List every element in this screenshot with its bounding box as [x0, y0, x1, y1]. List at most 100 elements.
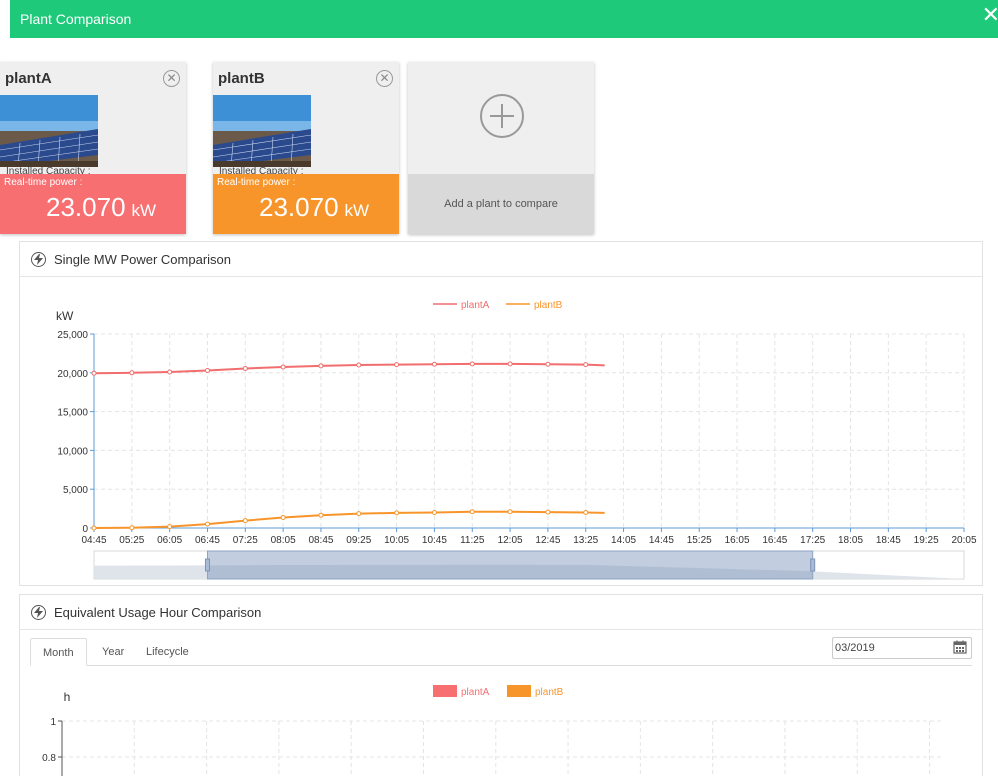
- plant-card-b[interactable]: plantB ✕ Installed Capacity : Real-time …: [213, 62, 399, 234]
- data-point: [507, 361, 513, 367]
- legend-label: plantB: [534, 300, 563, 311]
- x-tick-label: 18:05: [838, 535, 863, 546]
- data-point: [167, 524, 173, 530]
- data-point: [394, 510, 400, 516]
- data-point: [318, 363, 324, 369]
- x-tick-label: 04:45: [81, 535, 106, 546]
- panel-title: Single MW Power Comparison: [54, 252, 232, 267]
- data-point: [545, 509, 551, 515]
- data-point: [583, 509, 589, 515]
- data-point: [318, 512, 324, 518]
- data-point: [280, 515, 286, 521]
- x-tick-label: 11:25: [460, 535, 485, 546]
- x-tick-label: 08:05: [271, 535, 296, 546]
- add-plant-label: Add a plant to compare: [408, 174, 594, 234]
- realtime-power-value: 23.070 kW: [46, 192, 157, 222]
- y-tick-label: 20,000: [57, 369, 88, 380]
- x-tick-label: 20:05: [951, 535, 976, 546]
- data-point: [545, 361, 551, 367]
- data-point: [280, 364, 286, 370]
- legend-label: plantB: [535, 687, 564, 698]
- y-tick-label: 15,000: [57, 408, 88, 419]
- realtime-power-box: Real-time power : 23.070 kW: [213, 174, 399, 234]
- x-tick-label: 19:25: [914, 535, 939, 546]
- data-point: [204, 521, 210, 527]
- data-point: [242, 366, 248, 372]
- data-point: [167, 369, 173, 375]
- legend-swatch: [433, 685, 457, 697]
- zoom-handle[interactable]: [204, 558, 210, 572]
- data-point: [356, 362, 362, 368]
- lightning-icon: [31, 605, 46, 620]
- realtime-power-box: Real-time power : 23.070 kW: [0, 174, 186, 234]
- data-point: [469, 509, 475, 515]
- zoom-handle[interactable]: [810, 558, 816, 572]
- dialog-title: Plant Comparison: [20, 11, 132, 27]
- y-tick-label: 25,000: [57, 330, 88, 341]
- data-point: [394, 362, 400, 368]
- add-plant-card[interactable]: Add a plant to compare: [408, 62, 594, 234]
- zoom-slider: [93, 550, 965, 580]
- y-tick-label: 1: [50, 717, 56, 728]
- y-tick-label: 5,000: [63, 485, 88, 496]
- data-point: [356, 511, 362, 517]
- usage-bar-chart: plantA plantB h 0.8 1: [42, 685, 944, 776]
- add-circle-icon[interactable]: [480, 94, 524, 138]
- realtime-power-label: Real-time power :: [4, 177, 83, 188]
- lightning-icon: [31, 252, 46, 267]
- plant-name: plantA: [5, 70, 52, 87]
- data-point: [91, 525, 97, 531]
- usage-hour-panel: Equivalent Usage Hour Comparison Month Y…: [19, 594, 983, 776]
- x-tick-label: 12:05: [498, 535, 523, 546]
- x-tick-label: 10:05: [384, 535, 409, 546]
- data-point: [204, 367, 210, 373]
- plant-card-a[interactable]: plantA ✕ Installed Capacity : Real-time …: [0, 62, 186, 234]
- data-point: [431, 361, 437, 367]
- power-comparison-panel: Single MW Power Comparison plantA plantB k…: [19, 241, 983, 586]
- x-tick-label: 08:45: [308, 535, 333, 546]
- y-axis-label: kW: [56, 309, 74, 323]
- plant-name: plantB: [218, 70, 265, 87]
- x-tick-label: 05:25: [119, 535, 144, 546]
- power-line-chart: plantA plantB kW 0 5,000 10,000 15,000 20,000 25…: [56, 300, 977, 580]
- data-point: [469, 361, 475, 367]
- legend-label: plantA: [461, 687, 490, 698]
- power-unit: kW: [344, 201, 370, 220]
- legend-swatch: [507, 685, 531, 697]
- power-unit: kW: [131, 201, 157, 220]
- x-tick-label: 14:05: [611, 535, 636, 546]
- y-axis-label: h: [64, 690, 71, 704]
- remove-plant-icon[interactable]: ✕: [376, 70, 393, 87]
- x-tick-label: 15:25: [687, 535, 712, 546]
- data-point: [91, 370, 97, 376]
- x-tick-label: 16:45: [762, 535, 787, 546]
- chart-legend: plantA plantB: [433, 685, 564, 698]
- x-tick-label: 07:25: [233, 535, 258, 546]
- chart-legend: plantA plantB: [433, 300, 563, 311]
- x-tick-label: 10:45: [422, 535, 447, 546]
- remove-plant-icon[interactable]: ✕: [163, 70, 180, 87]
- data-point: [507, 509, 513, 515]
- x-tick-label: 16:05: [725, 535, 750, 546]
- realtime-power-value: 23.070 kW: [259, 192, 370, 222]
- y-tick-label: 0: [82, 524, 88, 535]
- x-tick-label: 17:25: [800, 535, 825, 546]
- y-tick-label: 10,000: [57, 446, 88, 457]
- zoom-window: [206, 550, 814, 580]
- realtime-power-label: Real-time power :: [217, 177, 296, 188]
- data-point: [431, 509, 437, 515]
- data-point: [129, 525, 135, 531]
- x-tick-label: 09:25: [346, 535, 371, 546]
- x-tick-label: 12:45: [535, 535, 560, 546]
- close-icon[interactable]: ✕: [982, 4, 998, 26]
- panel-header: Single MW Power Comparison: [20, 242, 982, 277]
- x-tick-label: 06:05: [157, 535, 182, 546]
- plant-photo: [213, 95, 311, 167]
- panel-title: Equivalent Usage Hour Comparison: [54, 605, 262, 620]
- x-tick-label: 13:25: [573, 535, 598, 546]
- data-point: [242, 518, 248, 524]
- panel-header: Equivalent Usage Hour Comparison: [20, 595, 982, 630]
- dialog-title-bar: Plant Comparison ✕: [10, 0, 998, 38]
- data-point: [583, 362, 589, 368]
- legend-label: plantA: [461, 300, 490, 311]
